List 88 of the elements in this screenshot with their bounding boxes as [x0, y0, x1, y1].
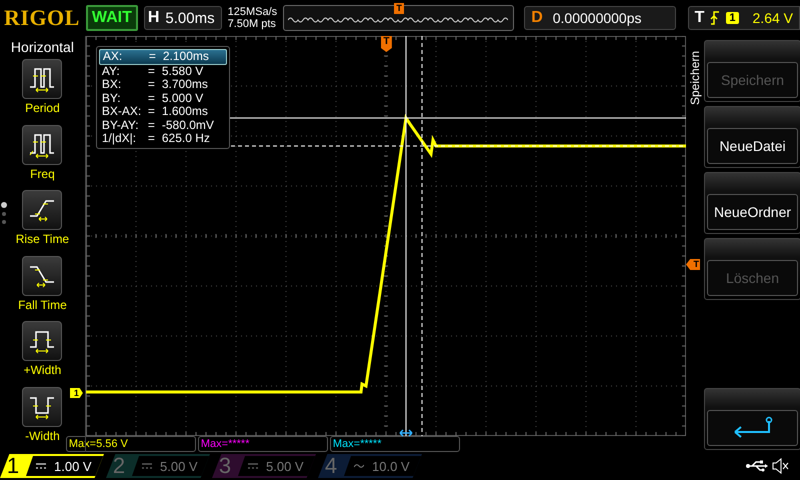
measurement-result: Max=*****	[198, 436, 328, 452]
readout-sign: =	[148, 64, 156, 78]
readout-row[interactable]: AX: = 2.100ms	[98, 49, 227, 64]
dc-coupling-icon	[248, 463, 258, 469]
channel-scale: 5.00 V	[160, 458, 198, 474]
readout-sign: =	[148, 78, 156, 92]
page-dot[interactable]	[2, 212, 6, 216]
trigger-position-marker: T	[394, 3, 404, 14]
readout-value: 5.580 V	[162, 64, 204, 78]
delay-value: 0.00000000ps	[552, 10, 642, 26]
timebase-value: 5.00ms	[165, 10, 215, 26]
measure-label: -Width	[25, 428, 60, 442]
ac-coupling-icon	[354, 463, 364, 469]
trigger-source: 1	[726, 12, 739, 24]
readout-value: 2.100ms	[162, 50, 210, 64]
channel-scale: 5.00 V	[266, 458, 304, 474]
channel-number: 2	[112, 453, 126, 479]
readout-label: AY:	[102, 64, 121, 78]
readout-value: 625.0 Hz	[162, 132, 211, 146]
trigger-level-marker: T	[686, 259, 700, 270]
readout-sign: =	[148, 105, 156, 118]
trigger-box[interactable]: T 1 2.64 V	[688, 6, 800, 30]
measure-button[interactable]	[22, 256, 62, 296]
trigger-label: T	[694, 9, 704, 27]
readout-sign: =	[148, 118, 156, 132]
readout-sign: =	[148, 50, 157, 64]
channel-number: 1	[6, 453, 20, 479]
memory-depth: 7.50M pts	[228, 18, 277, 30]
dc-coupling-icon	[142, 463, 152, 469]
dc-coupling-icon	[36, 463, 46, 469]
sample-rate: 125MSa/s	[228, 6, 278, 18]
channel-tab[interactable]: 2 5.00 V	[106, 454, 210, 478]
readout-value: 3.700ms	[162, 78, 209, 92]
measure-button[interactable]	[22, 59, 62, 99]
trigger-level: 2.64 V	[752, 10, 793, 26]
rising-edge-icon	[710, 11, 720, 25]
readout-row[interactable]: BY: = 5.000 V	[98, 92, 227, 105]
run-status[interactable]: WAIT	[86, 5, 138, 31]
measure-label: +Width	[24, 363, 62, 377]
channel-scale: 1.00 V	[54, 458, 92, 474]
readout-row[interactable]: BY-AY: = -580.0mV	[98, 118, 227, 132]
readout-row[interactable]: BX-AX: = 1.600ms	[98, 105, 227, 118]
delay-label: D	[531, 9, 543, 27]
channel-marker: 1	[70, 388, 83, 398]
page-dot[interactable]	[2, 220, 6, 224]
readout-label: BY-AY:	[102, 118, 140, 132]
readout-value: 5.000 V	[162, 92, 204, 105]
measure-button[interactable]	[22, 124, 62, 164]
channel-scale: 10.0 V	[372, 458, 410, 474]
back-button[interactable]	[707, 410, 798, 446]
brand-logo: RIGOL	[4, 5, 80, 31]
measure-label: Rise Time	[16, 232, 70, 246]
cursor-arrow-icon	[398, 429, 413, 437]
measure-label: Period	[25, 101, 60, 115]
delay-box[interactable]: D 0.00000000ps	[524, 6, 676, 30]
channel-number: 3	[218, 453, 232, 479]
timebase-label: H	[148, 9, 160, 27]
readout-sign: =	[148, 132, 156, 146]
readout-label: BX:	[102, 78, 122, 92]
measure-button[interactable]	[22, 190, 62, 230]
speaker-muted-icon	[772, 458, 790, 474]
menu-button[interactable]: NeueOrdner	[707, 194, 798, 230]
measure-button[interactable]	[22, 386, 62, 426]
readout-label: AX:	[102, 50, 124, 64]
measure-label: Freq	[30, 166, 55, 180]
page-dot[interactable]	[1, 202, 7, 208]
timebase-box[interactable]: H 5.00ms	[144, 6, 222, 30]
readout-row[interactable]: 1/|dX|: = 625.0 Hz	[98, 132, 227, 146]
menu-button[interactable]: NeueDatei	[707, 128, 798, 164]
channel-tab[interactable]: 1 1.00 V	[0, 454, 104, 478]
measurement-result: Max=5.56 V	[66, 436, 196, 452]
measure-button[interactable]	[22, 321, 62, 361]
trigger-marker: T	[380, 36, 392, 52]
readout-row[interactable]: AY: = 5.580 V	[98, 64, 227, 78]
measurement-result: Max=*****	[330, 436, 460, 452]
menu-title: Horizontal	[10, 39, 74, 55]
readout-row[interactable]: BX: = 3.700ms	[98, 78, 227, 92]
readout-value: -580.0mV	[162, 118, 215, 132]
readout-label: BY:	[102, 92, 122, 105]
channel-tab[interactable]: 3 5.00 V	[212, 454, 316, 478]
measure-label: Fall Time	[18, 298, 67, 312]
readout-label: 1/|dX|:	[102, 132, 138, 146]
readout-sign: =	[148, 92, 156, 105]
readout-value: 1.600ms	[162, 105, 209, 118]
usb-icon	[746, 460, 768, 472]
channel-number: 4	[324, 453, 338, 479]
channel-tab[interactable]: 4 10.0 V	[318, 454, 422, 478]
readout-label: BX-AX:	[102, 105, 142, 118]
